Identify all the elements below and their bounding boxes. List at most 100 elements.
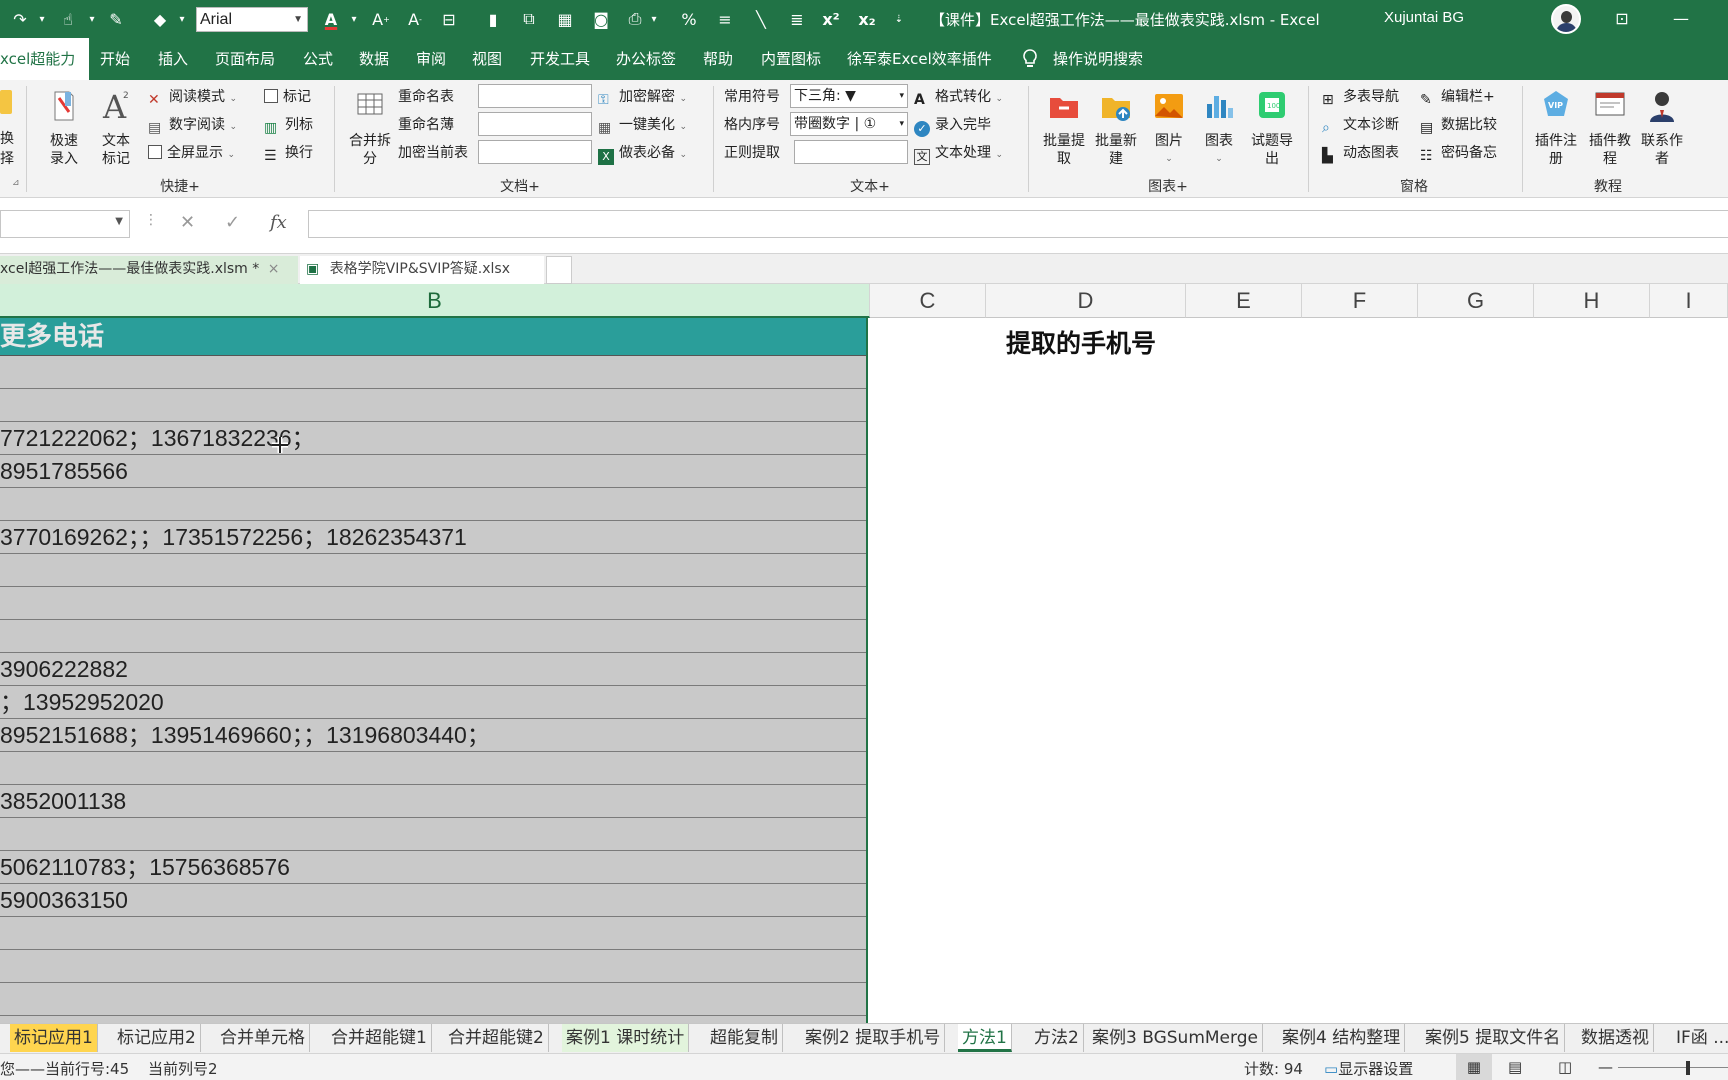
chevron-down-icon[interactable]: ▾ bbox=[176, 6, 188, 32]
column-header-f[interactable]: F bbox=[1302, 284, 1418, 318]
column-header-e[interactable]: E bbox=[1186, 284, 1302, 318]
encrypt-sheet-input[interactable] bbox=[478, 140, 592, 164]
subscript-icon[interactable]: x₂ bbox=[854, 6, 880, 32]
confirm-icon[interactable]: ✓ bbox=[225, 212, 240, 233]
tab-formulas[interactable]: 公式 bbox=[303, 38, 333, 80]
sheet-tab[interactable]: 数据透视 bbox=[1577, 1024, 1654, 1052]
formula-input[interactable] bbox=[308, 210, 1728, 238]
extracted-phones-header[interactable]: 提取的手机号 bbox=[1006, 324, 1156, 360]
common-symbol-select[interactable]: 下三角: ▼ ▾ bbox=[790, 84, 908, 108]
user-name[interactable]: Xujuntai BG bbox=[1384, 9, 1464, 26]
worksheet-grid[interactable]: 更多电话 7721222062；13671832236； 8951785566 37… bbox=[0, 318, 1728, 1028]
pwd-memo-button[interactable]: ☷ 密码备忘 bbox=[1420, 142, 1497, 164]
table-row[interactable]: 5062110783；15756368576 bbox=[0, 851, 866, 884]
sheet-tab[interactable]: 标记应用2 bbox=[113, 1024, 201, 1052]
multi-nav-button[interactable]: ⊞ 多表导航 bbox=[1322, 86, 1399, 108]
edit-bar-button[interactable]: ✎ 编辑栏+ bbox=[1420, 86, 1495, 108]
merge-split-button[interactable]: 合并拆 分 bbox=[344, 88, 396, 168]
superscript-icon[interactable]: x² bbox=[818, 6, 844, 32]
touch-mode-icon[interactable]: ☝ bbox=[54, 6, 82, 32]
text-diag-button[interactable]: ⌕ 文本诊断 bbox=[1322, 114, 1399, 136]
digit-read-button[interactable]: ▤ 数字阅读 ⌄ bbox=[148, 114, 237, 136]
chevron-down-icon[interactable]: ▾ bbox=[648, 6, 660, 32]
chevron-down-icon[interactable]: ▾ bbox=[86, 6, 98, 32]
contact-author-button[interactable]: 联系作 者 bbox=[1636, 88, 1688, 168]
cancel-icon[interactable]: ✕ bbox=[180, 212, 195, 233]
minimize-icon[interactable]: — bbox=[1666, 6, 1696, 32]
zoom-slider[interactable] bbox=[1618, 1067, 1728, 1068]
column-header-d[interactable]: D bbox=[986, 284, 1186, 318]
beautify-button[interactable]: ▦ 一键美化 ⌄ bbox=[598, 114, 687, 136]
sheet-tab[interactable]: 超能复制 bbox=[706, 1024, 783, 1052]
table-row[interactable] bbox=[0, 356, 866, 389]
dialog-launcher-icon[interactable]: ⊿ bbox=[12, 178, 20, 188]
column-header-b[interactable]: B bbox=[0, 284, 870, 318]
mark-toggle[interactable]: 标记 bbox=[264, 86, 311, 106]
table-row[interactable]: ；13952952020 bbox=[0, 686, 866, 719]
table-row[interactable] bbox=[0, 917, 866, 950]
format-painter-icon[interactable]: ✎ bbox=[102, 6, 130, 32]
workbook-tab[interactable]: ▣ 表格学院VIP&SVIP答疑.xlsx bbox=[300, 256, 544, 284]
tab-view[interactable]: 视图 bbox=[472, 38, 502, 80]
sheet-tab[interactable]: 标记应用1 bbox=[10, 1024, 98, 1052]
more-options-icon[interactable]: ⋮ bbox=[144, 212, 158, 228]
table-row[interactable] bbox=[0, 554, 866, 587]
header-cell[interactable]: 更多电话 bbox=[0, 318, 866, 356]
avatar[interactable] bbox=[1551, 4, 1581, 34]
batch-new-button[interactable]: 批量新 建 bbox=[1090, 88, 1142, 168]
align-center-icon[interactable]: ≡ bbox=[712, 6, 738, 32]
exam-export-button[interactable]: 100 试题导 出 bbox=[1246, 88, 1298, 168]
diagonal-line-icon[interactable]: ╲ bbox=[748, 6, 774, 32]
rename-sheet-input[interactable] bbox=[478, 84, 592, 108]
tab-home[interactable]: 开始 bbox=[100, 38, 130, 80]
name-box[interactable]: ▼ bbox=[0, 210, 130, 238]
page-layout-view-icon[interactable]: ▤ bbox=[1508, 1058, 1522, 1076]
table-row[interactable] bbox=[0, 818, 866, 851]
decrease-font-icon[interactable]: A- bbox=[402, 6, 428, 32]
encrypt-decrypt-button[interactable]: ⚿ 加密解密 ⌄ bbox=[598, 86, 687, 108]
bar-chart-icon[interactable]: ▮ bbox=[480, 6, 506, 32]
column-header-i[interactable]: I bbox=[1650, 284, 1728, 318]
data-compare-button[interactable]: ▤ 数据比较 bbox=[1420, 114, 1497, 136]
entry-done-button[interactable]: ✓ 录入完毕 bbox=[914, 114, 991, 137]
sheet-tab[interactable]: 合并超能键2 bbox=[444, 1024, 549, 1052]
sheet-tab[interactable]: 合并超能键1 bbox=[327, 1024, 432, 1052]
dynamic-chart-button[interactable]: ▙ 动态图表 bbox=[1322, 142, 1399, 164]
zoom-slider-thumb[interactable] bbox=[1686, 1061, 1690, 1075]
must-have-button[interactable]: X 做表必备 ⌄ bbox=[598, 142, 687, 165]
font-color-icon[interactable]: A bbox=[318, 6, 344, 32]
customize-toolbar-icon[interactable]: ⇣ bbox=[890, 6, 908, 32]
tab-excel-superpower[interactable]: xcel超能力 bbox=[0, 38, 90, 80]
print-icon[interactable]: ⎙ bbox=[622, 6, 648, 32]
sheet-tab[interactable]: 合并单元格 bbox=[216, 1024, 310, 1052]
wrap-text-icon[interactable]: ⊟ bbox=[436, 6, 462, 32]
tab-office-tab[interactable]: 办公标签 bbox=[616, 38, 676, 80]
tell-me-search[interactable]: 操作说明搜索 bbox=[1053, 38, 1143, 80]
table-row[interactable]: 7721222062；13671832236； bbox=[0, 422, 866, 455]
redo-icon[interactable]: ↷ bbox=[6, 6, 34, 32]
tab-help[interactable]: 帮助 bbox=[703, 38, 733, 80]
table-row[interactable]: 3852001138 bbox=[0, 785, 866, 818]
table-icon[interactable]: ▦ bbox=[552, 6, 578, 32]
format-convert-button[interactable]: A 格式转化 ⌄ bbox=[914, 86, 1003, 108]
workbook-tab-active[interactable]: xcel超强工作法——最佳做表实践.xlsm * × bbox=[0, 256, 298, 284]
chart-button[interactable]: 图表 ⌄ bbox=[1198, 88, 1240, 168]
wrap-line-button[interactable]: ☰ 换行 bbox=[264, 142, 313, 164]
tab-developer[interactable]: 开发工具 bbox=[530, 38, 590, 80]
mark-checkbox[interactable] bbox=[264, 89, 278, 103]
tab-builtin-icons[interactable]: 内置图标 bbox=[761, 38, 821, 80]
fill-color-icon[interactable]: ◆ bbox=[146, 6, 174, 32]
close-icon[interactable]: × bbox=[268, 261, 280, 277]
camera-icon[interactable]: ◙ bbox=[588, 6, 614, 32]
paste-icon[interactable] bbox=[0, 90, 12, 114]
plugin-tutorial-button[interactable]: 插件教 程 bbox=[1584, 88, 1636, 168]
new-workbook-tab-button[interactable] bbox=[546, 256, 572, 284]
align-right-icon[interactable]: ≣ bbox=[784, 6, 810, 32]
sheet-tab[interactable]: 案例2 提取手机号 bbox=[801, 1024, 946, 1052]
table-row[interactable]: 8951785566 bbox=[0, 455, 866, 488]
chevron-down-icon[interactable]: ▾ bbox=[348, 6, 360, 32]
table-row[interactable]: 3770169262；；17351572256；18262354371 bbox=[0, 521, 866, 554]
sheet-tab[interactable]: 方法1 bbox=[958, 1024, 1012, 1052]
tab-review[interactable]: 审阅 bbox=[416, 38, 446, 80]
tab-page-layout[interactable]: 页面布局 bbox=[215, 38, 275, 80]
